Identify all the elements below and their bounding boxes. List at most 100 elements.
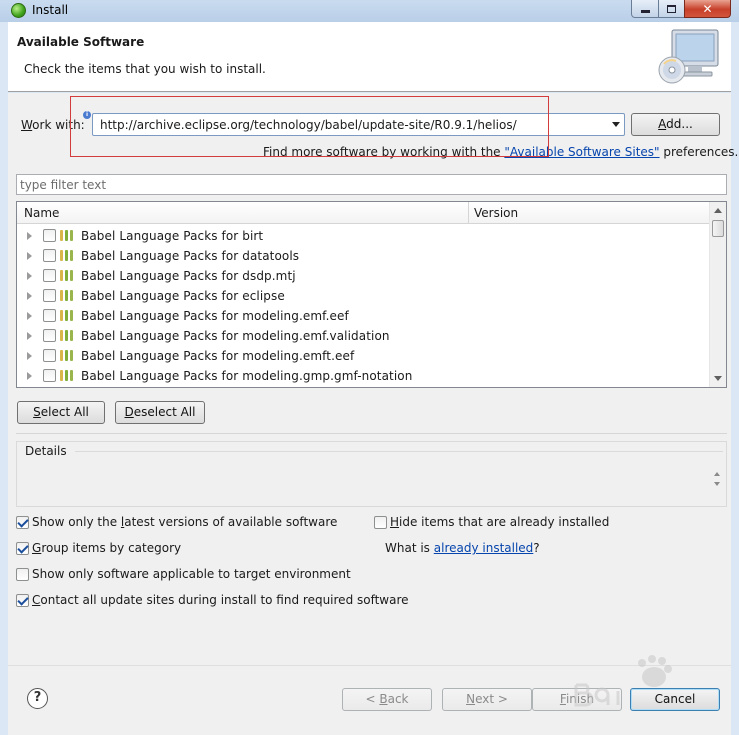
option-group-by-category[interactable]: Group items by category: [16, 541, 216, 557]
find-more-text: Find more software by working with the "…: [263, 145, 739, 159]
maximize-icon: [667, 4, 676, 13]
details-scrollbar[interactable]: [714, 472, 722, 490]
expand-arrow-icon[interactable]: [27, 352, 32, 360]
row-checkbox[interactable]: [43, 369, 56, 382]
group-by-category-label: Group items by category: [32, 541, 182, 555]
row-checkbox[interactable]: [43, 269, 56, 282]
row-label: Babel Language Packs for dsdp.mtj: [81, 269, 296, 283]
option-contact-update-sites[interactable]: Contact all update sites during install …: [16, 593, 416, 609]
row-label: Babel Language Packs for birt: [81, 229, 264, 243]
scroll-down-icon[interactable]: [714, 482, 720, 486]
work-with-combo[interactable]: http://archive.eclipse.org/technology/ba…: [92, 113, 625, 136]
column-divider[interactable]: [468, 202, 469, 224]
category-icon: [60, 350, 75, 362]
table-row[interactable]: Babel Language Packs for modeling.emf.ee…: [17, 306, 709, 326]
category-icon: [60, 230, 75, 242]
window-frame-left: [0, 22, 8, 735]
row-checkbox[interactable]: [43, 309, 56, 322]
row-checkbox[interactable]: [43, 349, 56, 362]
chevron-down-icon[interactable]: [612, 122, 620, 127]
bottom-separator: [8, 665, 731, 666]
finish-button[interactable]: Finish: [532, 688, 622, 711]
row-label: Babel Language Packs for modeling.emft.e…: [81, 349, 355, 363]
expand-arrow-icon[interactable]: [27, 232, 32, 240]
table-row[interactable]: Babel Language Packs for modeling.gmp.gm…: [17, 366, 709, 386]
category-icon: [60, 270, 75, 282]
back-button[interactable]: < Back: [342, 688, 432, 711]
scroll-up-icon[interactable]: [714, 472, 720, 476]
row-label: Babel Language Packs for eclipse: [81, 289, 285, 303]
details-group: Details: [16, 441, 727, 507]
eclipse-app-icon: [11, 3, 26, 18]
row-label: Babel Language Packs for modeling.emf.ee…: [81, 309, 349, 323]
category-icon: [60, 310, 75, 322]
details-rule: [75, 451, 723, 452]
category-icon: [60, 370, 75, 382]
hide-installed-label: Hide items that are already installed: [390, 515, 610, 529]
category-icon: [60, 330, 75, 342]
table-row[interactable]: Babel Language Packs for datatools: [17, 246, 709, 266]
expand-arrow-icon[interactable]: [27, 272, 32, 280]
tree-scrollbar[interactable]: [709, 202, 726, 387]
add-site-button[interactable]: Add...: [631, 113, 720, 136]
target-environment-checkbox[interactable]: [16, 568, 29, 581]
work-with-label: Work with:: [21, 118, 85, 132]
already-installed-link[interactable]: already installed: [434, 541, 534, 555]
group-by-category-checkbox[interactable]: [16, 542, 29, 555]
table-row[interactable]: Babel Language Packs for birt: [17, 226, 709, 246]
next-button[interactable]: Next >: [442, 688, 532, 711]
expand-arrow-icon[interactable]: [27, 292, 32, 300]
window-title: Install: [32, 3, 69, 17]
window-frame-right: [731, 22, 739, 735]
install-computer-icon: [658, 29, 719, 84]
option-target-environment[interactable]: Show only software applicable to target …: [16, 567, 356, 583]
page-description: Check the items that you wish to install…: [24, 62, 266, 76]
filter-input[interactable]: [17, 175, 726, 194]
expand-arrow-icon[interactable]: [27, 372, 32, 380]
expand-arrow-icon[interactable]: [27, 252, 32, 260]
cancel-button[interactable]: Cancel: [630, 688, 720, 711]
page-title: Available Software: [17, 35, 145, 49]
expand-arrow-icon[interactable]: [27, 312, 32, 320]
target-environment-label: Show only software applicable to target …: [32, 567, 351, 581]
option-show-latest[interactable]: Show only the latest versions of availab…: [16, 515, 346, 531]
close-button[interactable]: ✕: [684, 0, 731, 18]
scroll-up-icon[interactable]: [714, 208, 722, 213]
option-hide-installed[interactable]: Hide items that are already installed: [374, 515, 624, 531]
expand-arrow-icon[interactable]: [27, 332, 32, 340]
contact-update-sites-label: Contact all update sites during install …: [32, 593, 409, 607]
table-row[interactable]: Babel Language Packs for eclipse: [17, 286, 709, 306]
contact-update-sites-checkbox[interactable]: [16, 594, 29, 607]
help-icon[interactable]: ?: [27, 688, 48, 709]
scroll-thumb[interactable]: [712, 220, 724, 237]
tree-rows: Babel Language Packs for birt Babel Lang…: [17, 226, 709, 386]
minimize-button[interactable]: [631, 0, 659, 18]
row-checkbox[interactable]: [43, 289, 56, 302]
hide-installed-checkbox[interactable]: [374, 516, 387, 529]
dialog-body: Work with: i http://archive.eclipse.org/…: [8, 93, 738, 735]
minimize-icon: [640, 10, 650, 13]
scroll-down-icon[interactable]: [714, 376, 722, 381]
row-label: Babel Language Packs for modeling.emf.va…: [81, 329, 390, 343]
column-header-version[interactable]: Version: [474, 206, 518, 220]
column-header-name[interactable]: Name: [24, 206, 59, 220]
select-all-button[interactable]: Select All: [17, 401, 105, 424]
tree-header: Name Version: [17, 202, 709, 224]
separator: [16, 433, 727, 434]
row-checkbox[interactable]: [43, 229, 56, 242]
info-icon: i: [83, 111, 91, 119]
deselect-all-button[interactable]: Deselect All: [115, 401, 205, 424]
table-row[interactable]: Babel Language Packs for dsdp.mtj: [17, 266, 709, 286]
table-row[interactable]: Babel Language Packs for modeling.emft.e…: [17, 346, 709, 366]
filter-field[interactable]: [16, 174, 727, 195]
available-software-sites-link[interactable]: "Available Software Sites": [504, 145, 659, 159]
software-tree: Name Version Babel Language Packs for bi…: [16, 201, 727, 388]
category-icon: [60, 250, 75, 262]
table-row[interactable]: Babel Language Packs for modeling.emf.va…: [17, 326, 709, 346]
details-label: Details: [25, 444, 67, 458]
maximize-button[interactable]: [658, 0, 685, 18]
row-checkbox[interactable]: [43, 249, 56, 262]
row-checkbox[interactable]: [43, 329, 56, 342]
show-latest-checkbox[interactable]: [16, 516, 29, 529]
category-icon: [60, 290, 75, 302]
